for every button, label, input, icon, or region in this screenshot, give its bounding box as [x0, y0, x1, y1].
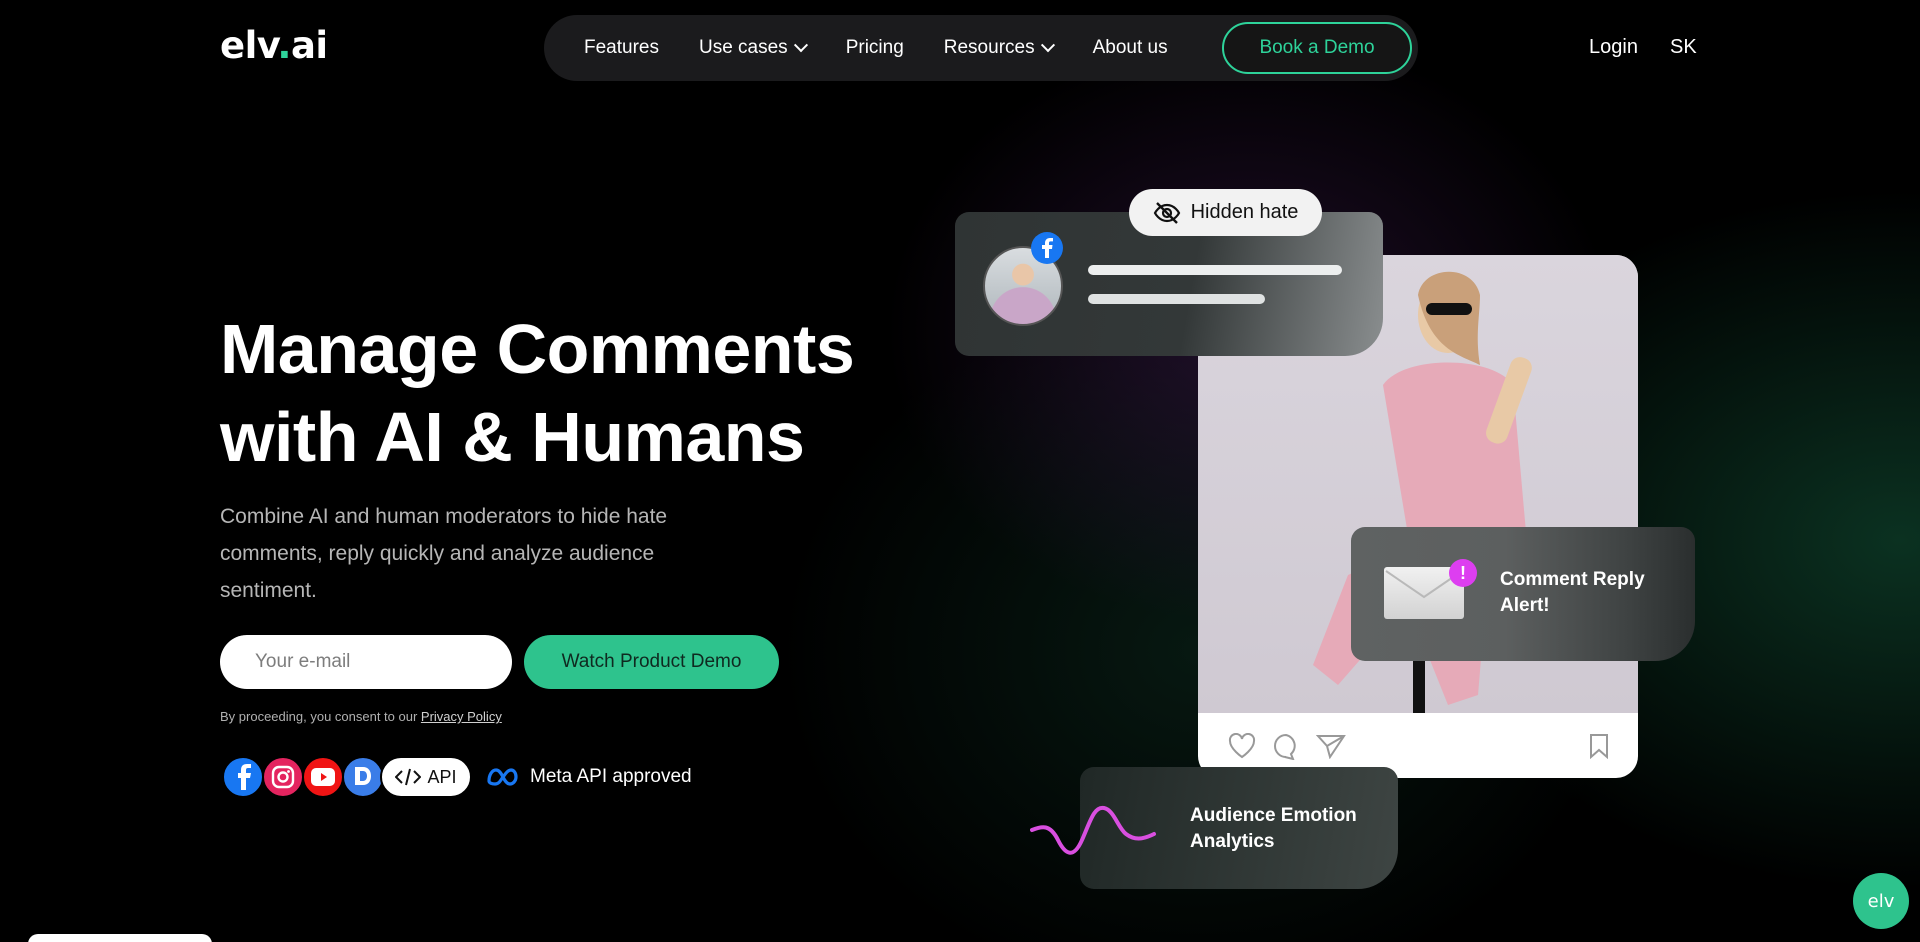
meta-approved: Meta API approved — [486, 766, 692, 788]
watch-demo-button[interactable]: Watch Product Demo — [524, 635, 779, 689]
audience-emotion-label: Audience Emotion Analytics — [1190, 805, 1357, 852]
chevron-down-icon — [1040, 38, 1055, 53]
send-icon[interactable] — [1316, 733, 1346, 759]
comment-line — [1088, 294, 1265, 304]
code-icon — [395, 768, 422, 786]
privacy-policy-link[interactable]: Privacy Policy — [421, 709, 502, 724]
language-switch[interactable]: SK — [1670, 36, 1697, 59]
book-demo-button[interactable]: Book a Demo — [1222, 22, 1412, 74]
email-input[interactable] — [220, 635, 512, 689]
nav-pricing[interactable]: Pricing — [846, 37, 904, 59]
alert-icon: ! — [1449, 559, 1477, 587]
heart-icon[interactable] — [1228, 732, 1256, 759]
nav-use-cases[interactable]: Use cases — [699, 37, 808, 59]
hero-subtitle: Combine AI and human moderators to hide … — [220, 505, 668, 602]
hidden-hate-pill: Hidden hate — [1129, 189, 1322, 236]
main-nav: Features Use cases Pricing Resources Abo… — [544, 15, 1418, 81]
meta-icon — [487, 768, 518, 786]
eye-off-icon — [1153, 201, 1180, 224]
platform-row: API Meta API approved — [222, 756, 692, 798]
nav-about-us[interactable]: About us — [1093, 37, 1168, 59]
facebook-badge-icon — [1031, 232, 1063, 264]
hero-title: Manage Comments with AI & Humans — [220, 310, 855, 476]
nav-features[interactable]: Features — [584, 37, 659, 59]
comment-line — [1088, 265, 1342, 275]
waveform-icon — [1030, 805, 1156, 855]
consent-text: By proceeding, you consent to our Privac… — [220, 709, 502, 724]
comment-reply-alert-card: ! Comment Reply Alert! — [1351, 527, 1695, 661]
youtube-icon — [302, 756, 344, 798]
logo[interactable]: elv.ai — [220, 24, 328, 67]
cookie-tab[interactable] — [28, 934, 212, 942]
api-badge: API — [380, 756, 472, 798]
nav-resources[interactable]: Resources — [944, 37, 1055, 59]
discord-d-icon — [342, 756, 384, 798]
chevron-down-icon — [793, 38, 808, 53]
comment-icon[interactable] — [1272, 732, 1300, 760]
facebook-icon — [222, 756, 264, 798]
bookmark-icon[interactable] — [1588, 733, 1610, 759]
instagram-icon — [262, 756, 304, 798]
comment-reply-label: Comment Reply Alert! — [1500, 569, 1645, 616]
chat-widget-button[interactable]: elv — [1853, 873, 1909, 929]
login-link[interactable]: Login — [1589, 36, 1638, 59]
